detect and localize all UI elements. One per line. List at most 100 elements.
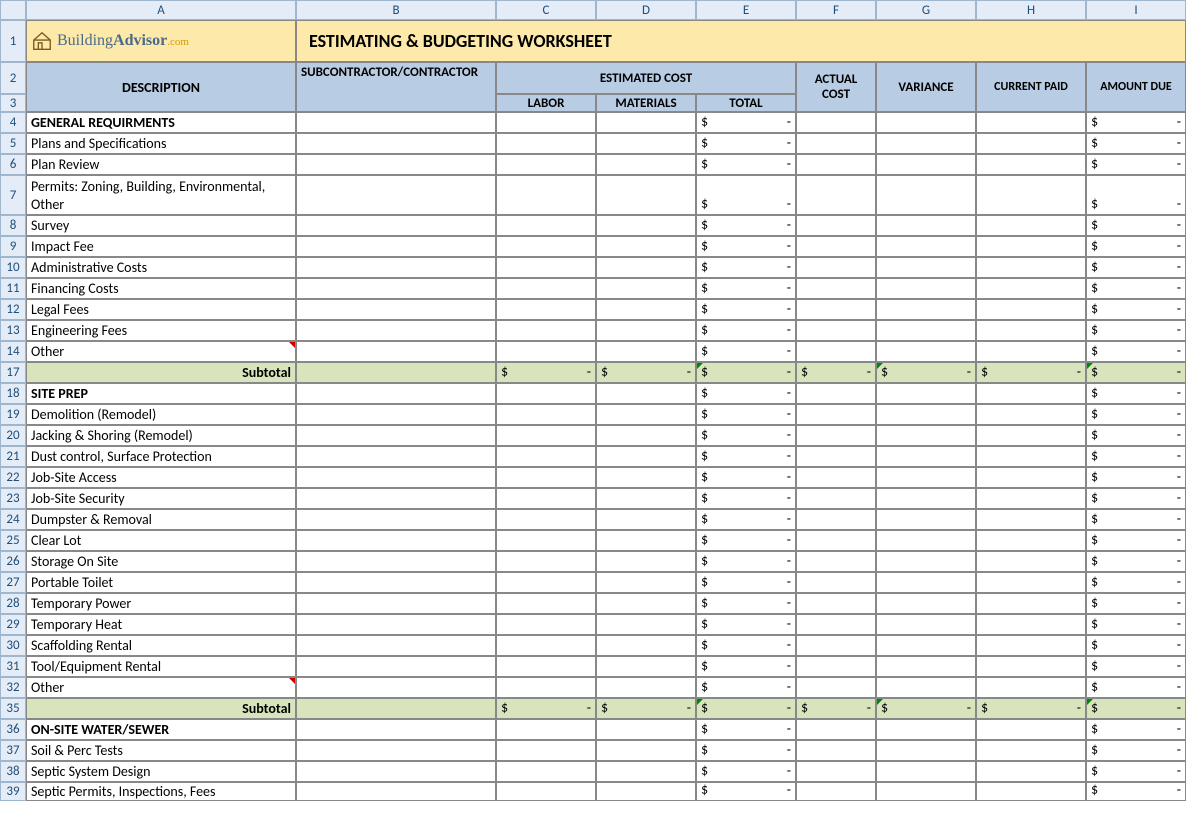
empty-cell[interactable] (596, 341, 696, 362)
money-cell[interactable]: $- (876, 698, 976, 719)
empty-cell[interactable] (596, 551, 696, 572)
money-cell[interactable]: $- (1086, 782, 1186, 801)
row-header[interactable]: 29 (0, 614, 26, 635)
empty-cell[interactable] (596, 719, 696, 740)
money-cell[interactable]: $- (596, 362, 696, 383)
empty-cell[interactable] (976, 593, 1086, 614)
empty-cell[interactable] (876, 341, 976, 362)
column-header[interactable]: B (296, 0, 496, 20)
empty-cell[interactable] (596, 175, 696, 215)
empty-cell[interactable] (596, 614, 696, 635)
empty-cell[interactable] (796, 257, 876, 278)
empty-cell[interactable] (496, 656, 596, 677)
money-cell[interactable]: $- (696, 677, 796, 698)
empty-cell[interactable] (496, 133, 596, 154)
empty-cell[interactable] (496, 341, 596, 362)
empty-cell[interactable] (596, 236, 696, 257)
description-cell[interactable]: Temporary Heat (26, 614, 296, 635)
empty-cell[interactable] (496, 175, 596, 215)
money-cell[interactable]: $- (696, 467, 796, 488)
description-cell[interactable]: Dust control, Surface Protection (26, 446, 296, 467)
description-cell[interactable]: Survey (26, 215, 296, 236)
empty-cell[interactable] (876, 446, 976, 467)
empty-cell[interactable] (296, 257, 496, 278)
empty-cell[interactable] (976, 530, 1086, 551)
empty-cell[interactable] (876, 677, 976, 698)
empty-cell[interactable] (296, 677, 496, 698)
money-cell[interactable]: $- (696, 320, 796, 341)
money-cell[interactable]: $- (796, 362, 876, 383)
row-header[interactable]: 12 (0, 299, 26, 320)
money-cell[interactable]: $- (1086, 175, 1186, 215)
row-header[interactable]: 19 (0, 404, 26, 425)
empty-cell[interactable] (976, 635, 1086, 656)
money-cell[interactable]: $- (1086, 551, 1186, 572)
empty-cell[interactable] (296, 215, 496, 236)
empty-cell[interactable] (976, 383, 1086, 404)
money-cell[interactable]: $- (696, 719, 796, 740)
money-cell[interactable]: $- (1086, 320, 1186, 341)
empty-cell[interactable] (876, 236, 976, 257)
empty-cell[interactable] (296, 320, 496, 341)
empty-cell[interactable] (496, 215, 596, 236)
empty-cell[interactable] (496, 299, 596, 320)
money-cell[interactable]: $- (1086, 133, 1186, 154)
empty-cell[interactable] (296, 614, 496, 635)
money-cell[interactable]: $- (696, 404, 796, 425)
empty-cell[interactable] (296, 446, 496, 467)
description-cell[interactable]: Other (26, 341, 296, 362)
empty-cell[interactable] (876, 133, 976, 154)
empty-cell[interactable] (596, 635, 696, 656)
money-cell[interactable]: $- (1086, 698, 1186, 719)
empty-cell[interactable] (796, 383, 876, 404)
empty-cell[interactable] (976, 572, 1086, 593)
empty-cell[interactable] (796, 593, 876, 614)
money-cell[interactable]: $- (696, 635, 796, 656)
money-cell[interactable]: $- (696, 215, 796, 236)
description-cell[interactable]: Engineering Fees (26, 320, 296, 341)
money-cell[interactable]: $- (1086, 383, 1186, 404)
money-cell[interactable]: $- (1086, 362, 1186, 383)
empty-cell[interactable] (296, 154, 496, 175)
empty-cell[interactable] (876, 719, 976, 740)
money-cell[interactable]: $- (696, 740, 796, 761)
empty-cell[interactable] (796, 782, 876, 801)
description-cell[interactable]: Demolition (Remodel) (26, 404, 296, 425)
empty-cell[interactable] (976, 404, 1086, 425)
empty-cell[interactable] (876, 404, 976, 425)
money-cell[interactable]: $- (1086, 530, 1186, 551)
row-header[interactable]: 5 (0, 133, 26, 154)
money-cell[interactable]: $- (1086, 341, 1186, 362)
empty-cell[interactable] (496, 236, 596, 257)
empty-cell[interactable] (796, 656, 876, 677)
empty-cell[interactable] (796, 572, 876, 593)
empty-cell[interactable] (496, 635, 596, 656)
money-cell[interactable]: $- (1086, 404, 1186, 425)
empty-cell[interactable] (596, 740, 696, 761)
empty-cell[interactable] (496, 740, 596, 761)
money-cell[interactable]: $- (1086, 761, 1186, 782)
empty-cell[interactable] (796, 551, 876, 572)
money-cell[interactable]: $- (1086, 425, 1186, 446)
row-header[interactable]: 23 (0, 488, 26, 509)
money-cell[interactable]: $- (696, 383, 796, 404)
empty-cell[interactable] (496, 425, 596, 446)
empty-cell[interactable] (976, 551, 1086, 572)
empty-cell[interactable] (596, 509, 696, 530)
money-cell[interactable]: $- (696, 236, 796, 257)
empty-cell[interactable] (496, 782, 596, 801)
description-cell[interactable]: Jacking & Shoring (Remodel) (26, 425, 296, 446)
empty-cell[interactable] (976, 278, 1086, 299)
empty-cell[interactable] (596, 404, 696, 425)
empty-cell[interactable] (876, 215, 976, 236)
empty-cell[interactable] (596, 154, 696, 175)
description-cell[interactable]: GENERAL REQUIRMENTS (26, 112, 296, 133)
empty-cell[interactable] (296, 175, 496, 215)
empty-cell[interactable] (596, 112, 696, 133)
empty-cell[interactable] (876, 425, 976, 446)
row-header[interactable]: 25 (0, 530, 26, 551)
empty-cell[interactable] (876, 572, 976, 593)
row-header[interactable]: 1 (0, 20, 26, 62)
row-header[interactable]: 31 (0, 656, 26, 677)
column-header[interactable]: F (796, 0, 876, 20)
